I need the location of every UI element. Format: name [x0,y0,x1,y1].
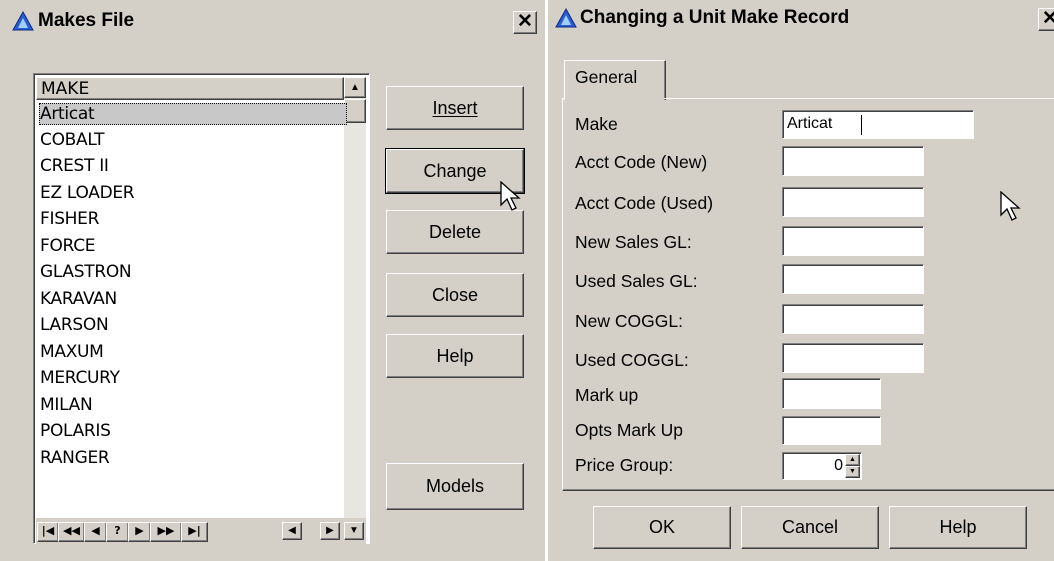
used-sales-gl-field[interactable] [782,264,924,294]
text-caret [861,115,862,135]
make-field-value: Articat [787,115,833,132]
cancel-button-label: Cancel [781,517,839,537]
insert-button-label: Insert [432,97,478,118]
change-button-label: Change [423,160,487,181]
field-label: Acct Code (New) [575,152,708,172]
makes-file-titlebar[interactable]: Makes File ✕ [0,6,545,36]
list-items-container: Articat COBALT CREST II EZ LOADER FISHER FORC… [36,103,347,483]
list-column-header[interactable]: MAKE [36,77,344,100]
nav-button[interactable]: ◀ [84,522,107,542]
list-item[interactable]: POLARIS [40,421,111,441]
mark-up-field[interactable] [782,378,881,409]
list-item[interactable]: GLASTRON [40,262,132,282]
opts-mark-up-field[interactable] [782,416,881,445]
acct-code-used-field[interactable] [782,187,924,217]
tab-general-label: General [575,67,638,87]
scroll-up-button[interactable]: ▲ [344,77,366,98]
scroll-thumb[interactable] [344,99,366,123]
help-button-label: Help [939,517,977,537]
field-label: Acct Code (Used) [575,193,714,213]
close-button-label: Close [431,284,479,305]
list-item[interactable]: LARSON [40,315,109,335]
vertical-scrollbar[interactable]: ▲ [344,77,366,518]
used-coggl-field[interactable] [782,343,924,373]
scroll-down-button[interactable]: ▼ [344,522,364,540]
spinner-down-icon[interactable]: ▼ [845,466,860,478]
field-label: Make [575,114,618,134]
list-item[interactable]: FISHER [40,209,99,229]
tab-panel-join [565,97,664,100]
ok-button-label: OK [648,517,675,537]
record-navigator: |◀ ◀◀ ◀? ▶ ▶▶ ▶| ◀ ▶ ▼ [36,518,366,544]
list-item[interactable]: COBALT [40,130,105,150]
app-triangle-icon [555,8,577,28]
list-item[interactable]: MERCURY [40,368,120,388]
makes-file-title: Makes File [38,10,135,31]
price-group-value: 0 [834,457,843,474]
spinner-up-icon[interactable]: ▲ [845,454,860,466]
make-field[interactable]: Articat [782,110,974,139]
field-label: Price Group: [575,455,674,475]
field-label: Opts Mark Up [575,420,683,440]
new-sales-gl-field[interactable] [782,226,924,256]
list-item[interactable]: MILAN [40,395,93,415]
nav-button[interactable]: ▶| [181,522,208,542]
insert-button[interactable]: Insert [386,86,524,130]
mouse-cursor-icon [500,181,521,211]
mouse-cursor-icon [1000,191,1021,221]
field-label: New Sales GL: [575,232,692,252]
nav-button[interactable]: |◀ [37,522,59,542]
help-button[interactable]: Help [889,506,1027,549]
hscroll-right-button[interactable]: ▶ [320,522,340,540]
new-coggl-field[interactable] [782,304,924,334]
delete-button[interactable]: Delete [386,210,524,254]
tab-general[interactable]: General [564,60,666,100]
help-button[interactable]: Help [386,334,524,378]
price-group-spinner[interactable]: 0 ▲ ▼ [782,452,862,480]
field-label: Mark up [575,385,639,405]
nav-button[interactable]: ▶ [128,522,151,542]
list-item[interactable]: CREST II [40,156,109,176]
record-titlebar[interactable]: Changing a Unit Make Record ✕ [548,3,1054,33]
models-button-label: Models [425,476,485,496]
field-label: New COGGL: [575,311,683,331]
makes-file-window: Makes File ✕ MAKE ▲ Articat COBALT CREST I… [0,0,545,561]
list-item[interactable]: Articat [39,103,347,125]
list-header-label: MAKE [41,79,90,99]
nav-button[interactable]: ? [106,522,129,542]
models-button[interactable]: Models [386,463,524,510]
ok-button[interactable]: OK [593,506,731,549]
record-title: Changing a Unit Make Record [580,7,850,28]
list-item[interactable]: MAXUM [40,342,104,362]
nav-button[interactable]: ▶▶ [150,522,182,542]
list-item[interactable]: FORCE [40,236,96,256]
help-button-label: Help [436,345,474,366]
delete-button-label: Delete [428,221,482,242]
nav-button[interactable]: ◀◀ [58,522,85,542]
list-item[interactable]: EZ LOADER [40,183,135,203]
list-item[interactable]: RANGER [40,448,110,468]
list-item[interactable]: KARAVAN [40,289,117,309]
field-label: Used Sales GL: [575,271,698,291]
acct-code-new-field[interactable] [782,146,924,176]
hscroll-left-button[interactable]: ◀ [282,522,302,540]
close-icon[interactable]: ✕ [1038,8,1054,31]
cancel-button[interactable]: Cancel [741,506,879,549]
field-label: Used COGGL: [575,350,689,370]
close-icon[interactable]: ✕ [513,11,537,34]
app-triangle-icon [12,11,34,31]
close-button[interactable]: Close [386,273,524,317]
